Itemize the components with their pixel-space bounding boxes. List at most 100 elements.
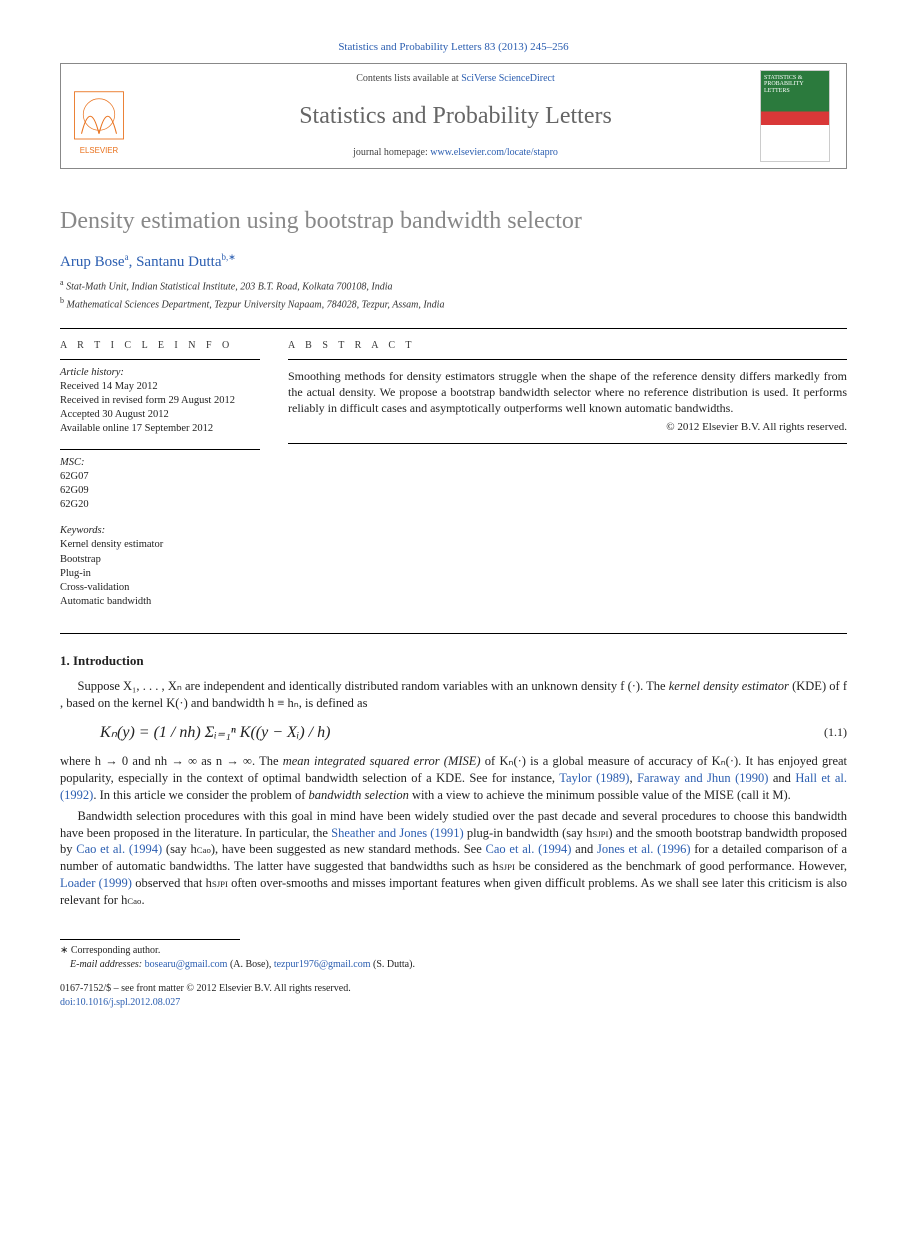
keyword-3: Plug-in bbox=[60, 567, 260, 581]
citation-header: Statistics and Probability Letters 83 (2… bbox=[60, 40, 847, 55]
text: , bbox=[629, 771, 637, 785]
equation-1-1: Kₙ(y) = (1 / nh) Σᵢ₌₁ⁿ K((y − Xᵢ) / h) (… bbox=[100, 722, 847, 744]
ref-cao-1994b[interactable]: Cao et al. (1994) bbox=[486, 842, 572, 856]
section-1-heading: 1. Introduction bbox=[60, 652, 847, 670]
intro-para-1: Suppose X₁, . . . , Xₙ are independent a… bbox=[60, 678, 847, 712]
sciencedirect-link[interactable]: SciVerse ScienceDirect bbox=[461, 73, 555, 84]
affiliation-b-text: Mathematical Sciences Department, Tezpur… bbox=[67, 300, 445, 311]
email-addresses: E-mail addresses: bosearu@gmail.com (A. … bbox=[60, 958, 847, 972]
abstract-copyright: © 2012 Elsevier B.V. All rights reserved… bbox=[288, 420, 847, 435]
email-2-who: (S. Dutta). bbox=[371, 959, 415, 970]
equation-number: (1.1) bbox=[824, 724, 847, 740]
doi-line: doi:10.1016/j.spl.2012.08.027 bbox=[60, 996, 847, 1010]
ref-faraway-jhun-1990[interactable]: Faraway and Jhun (1990) bbox=[637, 771, 768, 785]
abstract-text: Smoothing methods for density estimators… bbox=[288, 368, 847, 417]
equation-body: Kₙ(y) = (1 / nh) Σᵢ₌₁ⁿ K((y − Xᵢ) / h) bbox=[100, 722, 824, 744]
abstract-column: A B S T R A C T Smoothing methods for de… bbox=[288, 339, 847, 621]
keyword-5: Automatic bandwidth bbox=[60, 595, 260, 609]
article-history: Article history: Received 14 May 2012 Re… bbox=[60, 366, 260, 437]
affiliation-a: a Stat-Math Unit, Indian Statistical Ins… bbox=[60, 278, 847, 294]
msc-2: 62G09 bbox=[60, 484, 260, 498]
subscript: SJPI bbox=[499, 862, 515, 872]
keywords-block: Keywords: Kernel density estimator Boots… bbox=[60, 524, 260, 609]
journal-cover-thumb: STATISTICS & PROBABILITY LETTERS bbox=[760, 70, 830, 162]
text: Suppose X₁, . . . , Xₙ are independent a… bbox=[78, 679, 669, 693]
divider bbox=[60, 359, 260, 360]
ref-jones-1996[interactable]: Jones et al. (1996) bbox=[597, 842, 691, 856]
text-italic: bandwidth selection bbox=[309, 788, 409, 802]
subscript: Cao bbox=[127, 896, 141, 906]
author-2[interactable]: Santanu Dutta bbox=[136, 254, 221, 270]
text: ), have been suggested as new standard m… bbox=[211, 842, 486, 856]
history-accepted: Accepted 30 August 2012 bbox=[60, 408, 260, 422]
subscript: Cao bbox=[197, 845, 211, 855]
corresponding-author-note: ∗ Corresponding author. bbox=[60, 944, 847, 958]
contents-line: Contents lists available at SciVerse Sci… bbox=[161, 72, 750, 86]
text: and bbox=[768, 771, 795, 785]
msc-block: MSC: 62G07 62G09 62G20 bbox=[60, 456, 260, 513]
author-2-aff: b,∗ bbox=[221, 252, 235, 262]
email-1-who: (A. Bose), bbox=[227, 959, 273, 970]
doi-label[interactable]: doi: bbox=[60, 997, 76, 1008]
history-label: Article history: bbox=[60, 366, 260, 380]
subscript: SJPI bbox=[592, 829, 608, 839]
text: be considered as the benchmark of good p… bbox=[515, 859, 847, 873]
divider bbox=[60, 633, 847, 634]
email-2[interactable]: tezpur1976@gmail.com bbox=[274, 959, 371, 970]
msc-label: MSC: bbox=[60, 456, 260, 470]
divider bbox=[60, 328, 847, 329]
history-received: Received 14 May 2012 bbox=[60, 380, 260, 394]
divider bbox=[288, 359, 847, 360]
svg-text:ELSEVIER: ELSEVIER bbox=[80, 146, 119, 155]
info-abstract-row: A R T I C L E I N F O Article history: R… bbox=[60, 339, 847, 621]
subscript: SJPI bbox=[212, 879, 228, 889]
journal-header-center: Contents lists available at SciVerse Sci… bbox=[157, 64, 754, 168]
intro-para-3: Bandwidth selection procedures with this… bbox=[60, 808, 847, 909]
keyword-4: Cross-validation bbox=[60, 581, 260, 595]
text: . bbox=[141, 893, 144, 907]
text: plug-in bandwidth (say h bbox=[464, 826, 593, 840]
abstract-label: A B S T R A C T bbox=[288, 339, 847, 353]
msc-3: 62G20 bbox=[60, 498, 260, 512]
homepage-prefix: journal homepage: bbox=[353, 147, 430, 158]
author-list: Arup Bosea, Santanu Duttab,∗ bbox=[60, 251, 847, 272]
divider bbox=[60, 449, 260, 450]
elsevier-logo-icon: ELSEVIER bbox=[69, 90, 129, 160]
affiliation-b: b Mathematical Sciences Department, Tezp… bbox=[60, 296, 847, 312]
email-1[interactable]: bosearu@gmail.com bbox=[145, 959, 228, 970]
cover-thumb-cell: STATISTICS & PROBABILITY LETTERS bbox=[754, 64, 846, 168]
ref-cao-1994[interactable]: Cao et al. (1994) bbox=[76, 842, 162, 856]
publisher-logo-cell: ELSEVIER bbox=[61, 64, 157, 168]
citation-link[interactable]: Statistics and Probability Letters 83 (2… bbox=[338, 41, 568, 53]
history-online: Available online 17 September 2012 bbox=[60, 422, 260, 436]
author-1-aff: a bbox=[125, 252, 129, 262]
text: (say h bbox=[162, 842, 197, 856]
article-info-label: A R T I C L E I N F O bbox=[60, 339, 260, 353]
ref-taylor-1989[interactable]: Taylor (1989) bbox=[559, 771, 629, 785]
history-revised: Received in revised form 29 August 2012 bbox=[60, 394, 260, 408]
affiliation-a-text: Stat-Math Unit, Indian Statistical Insti… bbox=[66, 282, 392, 293]
msc-1: 62G07 bbox=[60, 470, 260, 484]
ref-loader-1999[interactable]: Loader (1999) bbox=[60, 876, 132, 890]
homepage-link[interactable]: www.elsevier.com/locate/stapro bbox=[430, 147, 558, 158]
text: observed that h bbox=[132, 876, 212, 890]
text: . In this article we consider the proble… bbox=[93, 788, 308, 802]
doi-link[interactable]: 10.1016/j.spl.2012.08.027 bbox=[76, 997, 181, 1008]
article-title: Density estimation using bootstrap bandw… bbox=[60, 205, 847, 237]
article-info-column: A R T I C L E I N F O Article history: R… bbox=[60, 339, 260, 621]
journal-header-box: ELSEVIER Contents lists available at Sci… bbox=[60, 63, 847, 169]
body-text: Suppose X₁, . . . , Xₙ are independent a… bbox=[60, 678, 847, 909]
emails-label: E-mail addresses: bbox=[70, 959, 145, 970]
issn-line: 0167-7152/$ – see front matter © 2012 El… bbox=[60, 982, 847, 996]
ref-sheather-jones-1991[interactable]: Sheather and Jones (1991) bbox=[331, 826, 463, 840]
divider bbox=[288, 443, 847, 444]
text: with a view to achieve the minimum possi… bbox=[409, 788, 791, 802]
homepage-line: journal homepage: www.elsevier.com/locat… bbox=[161, 146, 750, 160]
footnote-rule bbox=[60, 939, 240, 940]
author-1[interactable]: Arup Bose bbox=[60, 254, 125, 270]
intro-para-2: where h → 0 and nh → ∞ as n → ∞. The mea… bbox=[60, 753, 847, 804]
text-italic: mean integrated squared error (MISE) bbox=[283, 754, 481, 768]
keywords-label: Keywords: bbox=[60, 524, 260, 538]
contents-prefix: Contents lists available at bbox=[356, 73, 461, 84]
journal-name: Statistics and Probability Letters bbox=[161, 100, 750, 132]
